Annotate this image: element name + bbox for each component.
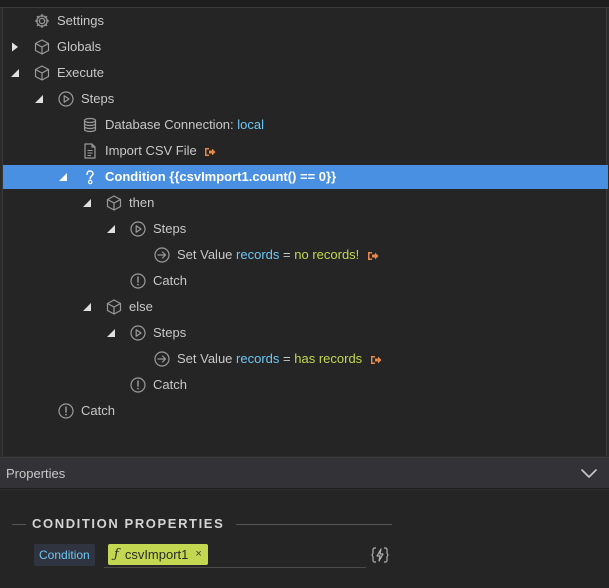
tree-item-label: Catch xyxy=(81,403,115,418)
function-icon: ƒ xyxy=(114,547,119,562)
tree-item-condition[interactable]: Condition {{csvImport1.count() == 0}} xyxy=(3,165,608,189)
expression-chip[interactable]: ƒ csvImport1 × xyxy=(108,544,208,565)
tree-item-import-csv-file[interactable]: Import CSV File xyxy=(3,139,608,163)
action-tree[interactable]: Settings Globals Execute Steps Database … xyxy=(2,8,608,456)
exit-link-icon xyxy=(367,250,379,262)
collapse-triangle-icon[interactable] xyxy=(10,68,20,78)
tree-item-label: Set Value xyxy=(177,247,233,262)
tree-item-catch[interactable]: Catch xyxy=(3,399,608,423)
cube-icon xyxy=(33,38,51,56)
tree-item-label: Globals xyxy=(57,39,102,54)
tree-item-label: else xyxy=(129,299,153,314)
gear-icon xyxy=(33,12,51,30)
play-circle-icon xyxy=(57,90,75,108)
section-divider xyxy=(236,524,392,525)
tree-item-label: Set Value xyxy=(177,351,233,366)
properties-panel: CONDITION PROPERTIES Condition ƒ csvImpo… xyxy=(0,490,609,588)
tree-item-set-value-no-records[interactable]: Set Value records = no records! xyxy=(3,243,608,267)
tree-item-execute[interactable]: Execute xyxy=(3,61,608,85)
question-icon xyxy=(81,168,99,186)
tree-item-then-catch[interactable]: Catch xyxy=(3,269,608,293)
tree-item-text: Set Value records = no records! xyxy=(177,247,379,263)
expression-value: csvImport1 xyxy=(124,547,189,562)
tree-item-label: Steps xyxy=(153,221,187,236)
play-circle-icon xyxy=(129,220,147,238)
tree-item-label: Condition {{csvImport1.count() == 0}} xyxy=(105,169,337,184)
tree-item-label: Catch xyxy=(153,273,187,288)
dynamic-data-lightning-icon[interactable] xyxy=(370,545,390,565)
tree-item-globals[interactable]: Globals xyxy=(3,35,608,59)
expand-triangle-icon[interactable] xyxy=(10,42,20,52)
tree-item-label: Import CSV File xyxy=(105,143,197,158)
exclamation-circle-icon xyxy=(57,402,75,420)
connection-value: local xyxy=(237,117,265,132)
variable-value: no records! xyxy=(294,247,360,262)
chevron-down-icon[interactable] xyxy=(581,467,597,482)
section-title: CONDITION PROPERTIES xyxy=(32,516,225,531)
tree-item-then[interactable]: then xyxy=(3,191,608,215)
variable-value: has records xyxy=(294,351,363,366)
properties-title: Properties xyxy=(6,466,66,481)
cube-icon xyxy=(33,64,51,82)
tree-item-text: Set Value records = has records xyxy=(177,351,382,367)
file-icon xyxy=(81,142,99,160)
collapse-triangle-icon[interactable] xyxy=(82,198,92,208)
tree-item-else-catch[interactable]: Catch xyxy=(3,373,608,397)
collapse-triangle-icon[interactable] xyxy=(82,302,92,312)
tree-item-label: Settings xyxy=(57,13,104,28)
collapse-triangle-icon[interactable] xyxy=(58,172,68,182)
tree-item-then-steps[interactable]: Steps xyxy=(3,217,608,241)
condition-input[interactable]: ƒ csvImport1 × xyxy=(104,542,366,568)
properties-panel-header[interactable]: Properties xyxy=(0,457,609,489)
variable-name: records xyxy=(236,247,280,262)
tree-item-steps[interactable]: Steps xyxy=(3,87,608,111)
top-edge xyxy=(0,0,609,8)
tree-item-label: Steps xyxy=(81,91,115,106)
exclamation-circle-icon xyxy=(129,272,147,290)
exit-link-icon xyxy=(204,146,216,158)
tree-item-label: then xyxy=(129,195,155,210)
collapse-triangle-icon[interactable] xyxy=(106,328,116,338)
condition-field-label: Condition xyxy=(34,544,95,566)
exit-link-icon xyxy=(370,354,382,366)
database-icon xyxy=(81,116,99,134)
tree-item-label: Execute xyxy=(57,65,104,80)
collapse-triangle-icon[interactable] xyxy=(34,94,44,104)
tree-item-set-value-has-records[interactable]: Set Value records = has records xyxy=(3,347,608,371)
variable-name: records xyxy=(236,351,280,366)
tree-item-text: Database Connection: local xyxy=(105,117,264,133)
tree-item-settings[interactable]: Settings xyxy=(3,9,608,33)
exclamation-circle-icon xyxy=(129,376,147,394)
remove-chip-button[interactable]: × xyxy=(195,544,201,565)
tree-item-label: Steps xyxy=(153,325,187,340)
tree-item-database-connection[interactable]: Database Connection: local xyxy=(3,113,608,137)
cube-icon xyxy=(105,194,123,212)
cube-icon xyxy=(105,298,123,316)
equals-sign: = xyxy=(283,247,291,262)
tree-item-else[interactable]: else xyxy=(3,295,608,319)
section-divider xyxy=(12,524,26,525)
arrow-circle-icon xyxy=(153,350,171,368)
tree-item-text: Import CSV File xyxy=(105,143,216,159)
equals-sign: = xyxy=(283,351,291,366)
tree-item-label: Catch xyxy=(153,377,187,392)
play-circle-icon xyxy=(129,324,147,342)
arrow-circle-icon xyxy=(153,246,171,264)
tree-item-else-steps[interactable]: Steps xyxy=(3,321,608,345)
collapse-triangle-icon[interactable] xyxy=(106,224,116,234)
tree-item-label: Database Connection: xyxy=(105,117,234,132)
